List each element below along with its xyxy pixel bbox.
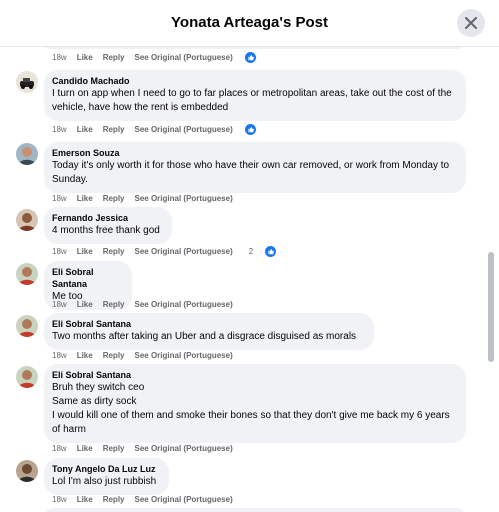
comment-actions: 18w Like Reply See Original (Portuguese): [52, 52, 266, 63]
comment-author[interactable]: Eli Sobral Santana: [52, 369, 458, 381]
comment-actions: 18w Like Reply See Original (Portuguese): [52, 444, 243, 453]
comment-time[interactable]: 18w: [52, 444, 67, 453]
see-original-link[interactable]: See Original (Portuguese): [135, 247, 233, 256]
reply-link[interactable]: Reply: [103, 125, 125, 134]
like-link[interactable]: Like: [77, 351, 93, 360]
close-icon: [465, 17, 477, 29]
close-button[interactable]: [457, 9, 485, 37]
comment-author[interactable]: Candido Machado: [52, 75, 458, 87]
comment-text: Lol I'm also just rubbish: [52, 476, 157, 487]
reply-link[interactable]: Reply: [103, 444, 125, 453]
like-link[interactable]: Like: [77, 300, 93, 309]
see-original-link[interactable]: See Original (Portuguese): [135, 300, 233, 309]
comment-actions: 18w Like Reply See Original (Portuguese): [52, 300, 243, 309]
comment-actions: 18w Like Reply See Original (Portuguese): [52, 124, 266, 135]
like-link[interactable]: Like: [77, 194, 93, 203]
comment-text: Bruh they switch ceo Same as dirty sock …: [52, 382, 450, 435]
comment-author[interactable]: Emerson Souza: [52, 147, 458, 159]
comment-bubble: Fernando Jessica 4 months free thank god: [44, 207, 172, 244]
comment-time[interactable]: 18w: [52, 247, 67, 256]
avatar[interactable]: [16, 263, 38, 285]
reaction-count[interactable]: 2: [249, 247, 253, 256]
comments-feed: 18w Like Reply See Original (Portuguese)…: [0, 47, 499, 512]
avatar[interactable]: [16, 315, 38, 337]
comment-text: 4 months free thank god: [52, 225, 160, 236]
like-link[interactable]: Like: [77, 444, 93, 453]
comment-actions: 18w Like Reply See Original (Portuguese)…: [52, 246, 286, 257]
see-original-link[interactable]: See Original (Portuguese): [135, 53, 233, 62]
dialog-header: Yonata Arteaga's Post: [0, 0, 499, 47]
comment-time[interactable]: 18w: [52, 300, 67, 309]
avatar[interactable]: [16, 209, 38, 231]
comment-actions: 18w Like Reply See Original (Portuguese): [52, 495, 243, 504]
avatar[interactable]: [16, 366, 38, 388]
comment-bubble: Eli Sobral Santana Bruh they switch ceo …: [44, 364, 466, 443]
comment-bubble: [44, 47, 464, 49]
like-link[interactable]: Like: [77, 53, 93, 62]
comment-author[interactable]: Tony Angelo Da Luz Luz: [52, 463, 161, 475]
comment-time[interactable]: 18w: [52, 125, 67, 134]
comment-author[interactable]: Eli Sobral Santana: [52, 266, 124, 290]
see-original-link[interactable]: See Original (Portuguese): [135, 125, 233, 134]
reply-link[interactable]: Reply: [103, 247, 125, 256]
see-original-link[interactable]: See Original (Portuguese): [135, 351, 233, 360]
see-original-link[interactable]: See Original (Portuguese): [135, 194, 233, 203]
comment-author[interactable]: Eli Sobral Santana: [52, 318, 366, 330]
comment-bubble: [44, 508, 466, 512]
avatar[interactable]: [16, 71, 38, 93]
comment-actions: 18w Like Reply See Original (Portuguese): [52, 194, 243, 203]
comment-time[interactable]: 18w: [52, 53, 67, 62]
like-link[interactable]: Like: [77, 495, 93, 504]
reply-link[interactable]: Reply: [103, 300, 125, 309]
reply-link[interactable]: Reply: [103, 194, 125, 203]
avatar[interactable]: [16, 143, 38, 165]
avatar[interactable]: [16, 460, 38, 482]
comment-time[interactable]: 18w: [52, 495, 67, 504]
comment-bubble: Emerson Souza Today it's only worth it f…: [44, 142, 466, 193]
like-link[interactable]: Like: [77, 247, 93, 256]
like-reaction-icon[interactable]: [265, 246, 277, 257]
scrollbar-thumb[interactable]: [488, 252, 494, 362]
reply-link[interactable]: Reply: [103, 351, 125, 360]
see-original-link[interactable]: See Original (Portuguese): [135, 444, 233, 453]
comment-text: I turn on app when I need to go to far p…: [52, 88, 452, 113]
see-original-link[interactable]: See Original (Portuguese): [135, 495, 233, 504]
like-link[interactable]: Like: [77, 125, 93, 134]
comment-time[interactable]: 18w: [52, 194, 67, 203]
comment-text: Two months after taking an Uber and a di…: [52, 331, 357, 342]
comment-time[interactable]: 18w: [52, 351, 67, 360]
comment-bubble: Candido Machado I turn on app when I nee…: [44, 70, 466, 121]
reply-link[interactable]: Reply: [103, 53, 125, 62]
comment-author[interactable]: Fernando Jessica: [52, 212, 164, 224]
comment-text: Today it's only worth it for those who h…: [52, 160, 450, 185]
like-reaction-icon[interactable]: [244, 52, 256, 63]
comment-actions: 18w Like Reply See Original (Portuguese): [52, 351, 243, 360]
like-reaction-icon[interactable]: [244, 124, 256, 135]
dialog-title: Yonata Arteaga's Post: [171, 14, 328, 31]
comment-bubble: Eli Sobral Santana Two months after taki…: [44, 313, 374, 350]
reply-link[interactable]: Reply: [103, 495, 125, 504]
comment-bubble: Tony Angelo Da Luz Luz Lol I'm also just…: [44, 458, 169, 495]
